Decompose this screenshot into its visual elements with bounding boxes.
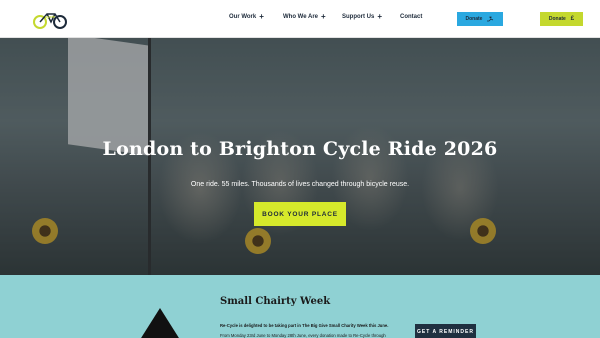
pound-sign-icon: £ [570,16,575,22]
section-intro: Re-Cycle is delighted to be taking part … [220,323,389,328]
donate-button-label: Donate [465,16,483,22]
hand-heart-icon [487,16,494,22]
donate-pound-button[interactable]: Donate £ [540,12,583,26]
site-header: cycle Our Work + Who We Are + Support Us… [0,0,600,38]
donate-button[interactable]: Donate [457,12,503,26]
book-your-place-button[interactable]: BOOK YOUR PLACE [254,202,346,226]
svg-text:cycle: cycle [45,14,56,19]
plus-icon: + [377,12,383,21]
nav-contact[interactable]: Contact [400,14,422,20]
recycle-logo[interactable]: cycle [33,8,67,30]
nav-our-work-label: Our Work [229,14,257,20]
plus-icon: + [321,12,326,21]
nav-who-we-are-label: Who We Are [283,14,319,20]
small-charity-week-section: Small Chairty Week Re-Cycle is delighted… [0,275,600,338]
donate-pound-button-label: Donate [548,16,566,22]
nav-support-us-label: Support Us [342,14,375,20]
hero-subtitle: One ride. 55 miles. Thousands of lives c… [190,181,410,188]
nav-support-us[interactable]: Support Us + [342,12,383,21]
nav-our-work[interactable]: Our Work + [229,12,264,21]
nav-contact-label: Contact [400,14,423,20]
triangle-graphic [136,308,184,338]
hero-title: London to Brighton Cycle Ride 2026 [102,138,498,160]
section-body: From Monday 23rd June to Monday 28th Jun… [220,333,386,338]
hero-banner: London to Brighton Cycle Ride 2026 One r… [0,38,600,275]
nav-who-we-are[interactable]: Who We Are + [283,12,326,21]
section-title: Small Chairty Week [220,296,331,307]
plus-icon: + [259,12,264,21]
get-reminder-button[interactable]: GET A REMINDER [415,324,476,338]
